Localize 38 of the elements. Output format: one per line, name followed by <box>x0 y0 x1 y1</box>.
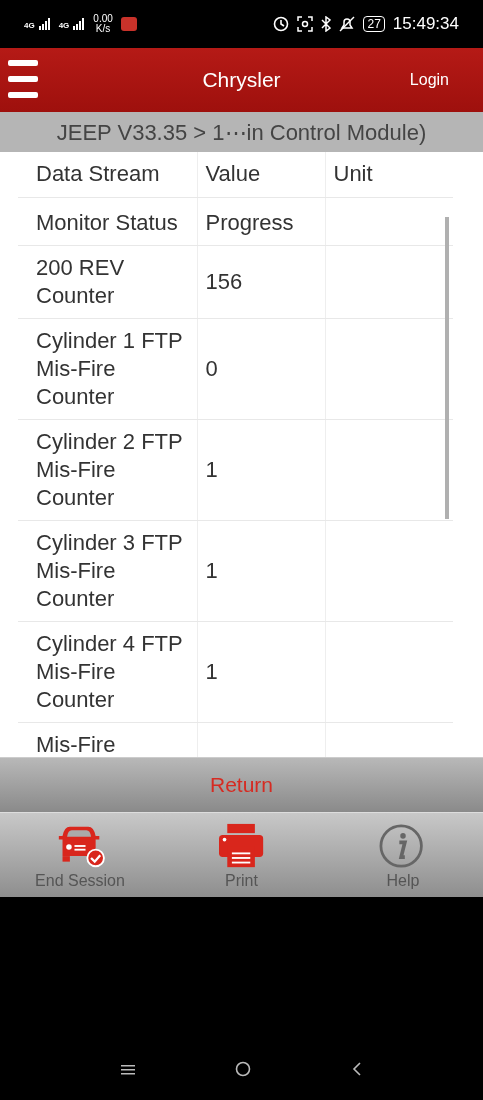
help-button[interactable]: Help <box>323 813 483 897</box>
table-cell: Cylinder 3 FTP Mis-Fire Counter <box>18 520 197 621</box>
column-header: Data Stream <box>18 152 197 197</box>
signal-icon <box>38 18 51 30</box>
app-icon <box>120 17 137 31</box>
back-icon <box>350 1061 363 1077</box>
network-label: 4G <box>58 22 70 30</box>
table-cell: 200 REV Counter <box>18 245 197 318</box>
breadcrumb-text: JEEP V33.35 > 1⋯in Control Module) <box>0 112 483 152</box>
return-button[interactable]: Return <box>0 757 483 812</box>
table-cell: Cylinder 2 FTP Mis-Fire Counter <box>18 419 197 520</box>
mute-icon <box>339 16 356 32</box>
print-button[interactable]: Print <box>161 813 322 897</box>
home-icon <box>234 1061 251 1077</box>
login-button[interactable]: Login <box>375 67 475 93</box>
speed-text: 0.00 <box>93 14 113 24</box>
header-title: Chrysler <box>202 67 281 94</box>
table-cell: 156 <box>197 245 325 318</box>
bluetooth-icon <box>321 16 332 32</box>
network-label: 4G <box>24 22 35 30</box>
clock-time: 15:49:34 <box>392 13 459 36</box>
table-cell: Monitor Status <box>18 197 197 245</box>
table-cell: 1 <box>197 419 325 520</box>
column-header: Value <box>197 152 325 197</box>
screenshot-icon <box>297 16 314 32</box>
menu-icon <box>120 1063 135 1077</box>
end-session-button[interactable]: End Session <box>0 813 160 897</box>
table-cell: Progress <box>197 197 325 245</box>
table-cell: 0 <box>197 318 325 419</box>
battery-level: 27 <box>363 16 385 32</box>
table-cell: Cylinder 4 FTP Mis-Fire Counter <box>18 621 197 722</box>
table-cell: 1 <box>197 520 325 621</box>
table-cell: Cylinder 1 FTP Mis-Fire Counter <box>18 318 197 419</box>
column-header: Unit <box>325 152 453 197</box>
speed-unit: K/s <box>94 24 112 34</box>
alarm-icon <box>273 16 290 32</box>
signal-icon <box>73 18 86 30</box>
table-cell: 1 <box>197 621 325 722</box>
